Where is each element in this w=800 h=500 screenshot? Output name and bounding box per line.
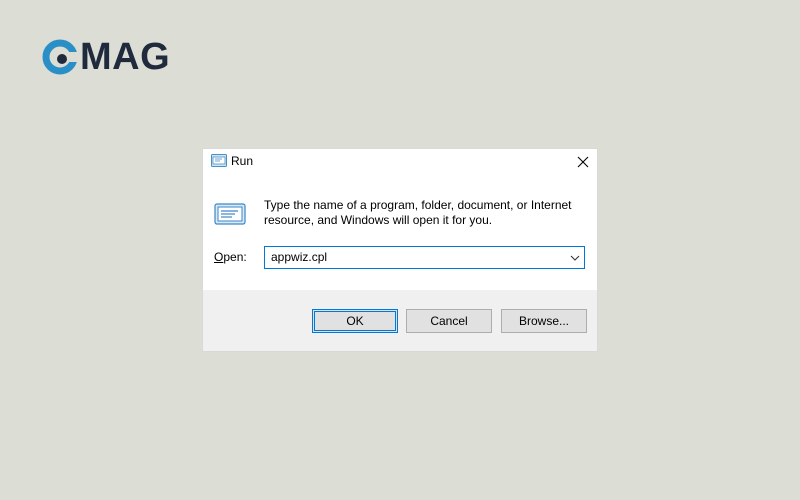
run-icon (211, 154, 227, 167)
open-label: Open: (214, 250, 247, 264)
close-icon (577, 156, 589, 168)
close-button[interactable] (569, 149, 597, 175)
cmag-logo-icon (42, 39, 78, 75)
browse-button[interactable]: Browse... (501, 309, 587, 333)
cancel-button[interactable]: Cancel (406, 309, 492, 333)
logo-text: MAG (80, 36, 171, 78)
open-label-text: pen: (223, 250, 247, 264)
chevron-down-icon (570, 255, 580, 261)
dialog-description: Type the name of a program, folder, docu… (264, 198, 572, 227)
run-program-icon (214, 203, 246, 225)
dialog-title: Run (231, 154, 254, 168)
open-combobox[interactable]: appwiz.cpl (264, 246, 585, 269)
dropdown-button[interactable] (568, 247, 582, 268)
title-bar: Run (203, 149, 597, 175)
open-input[interactable]: appwiz.cpl (271, 250, 327, 264)
run-dialog: Run Type the name of a program, folder, … (203, 149, 597, 351)
open-label-access-key: O (214, 250, 224, 264)
ok-button[interactable]: OK (312, 309, 398, 333)
cmag-logo: MAG (42, 38, 170, 76)
dialog-footer: OK Cancel Browse... (203, 290, 597, 351)
